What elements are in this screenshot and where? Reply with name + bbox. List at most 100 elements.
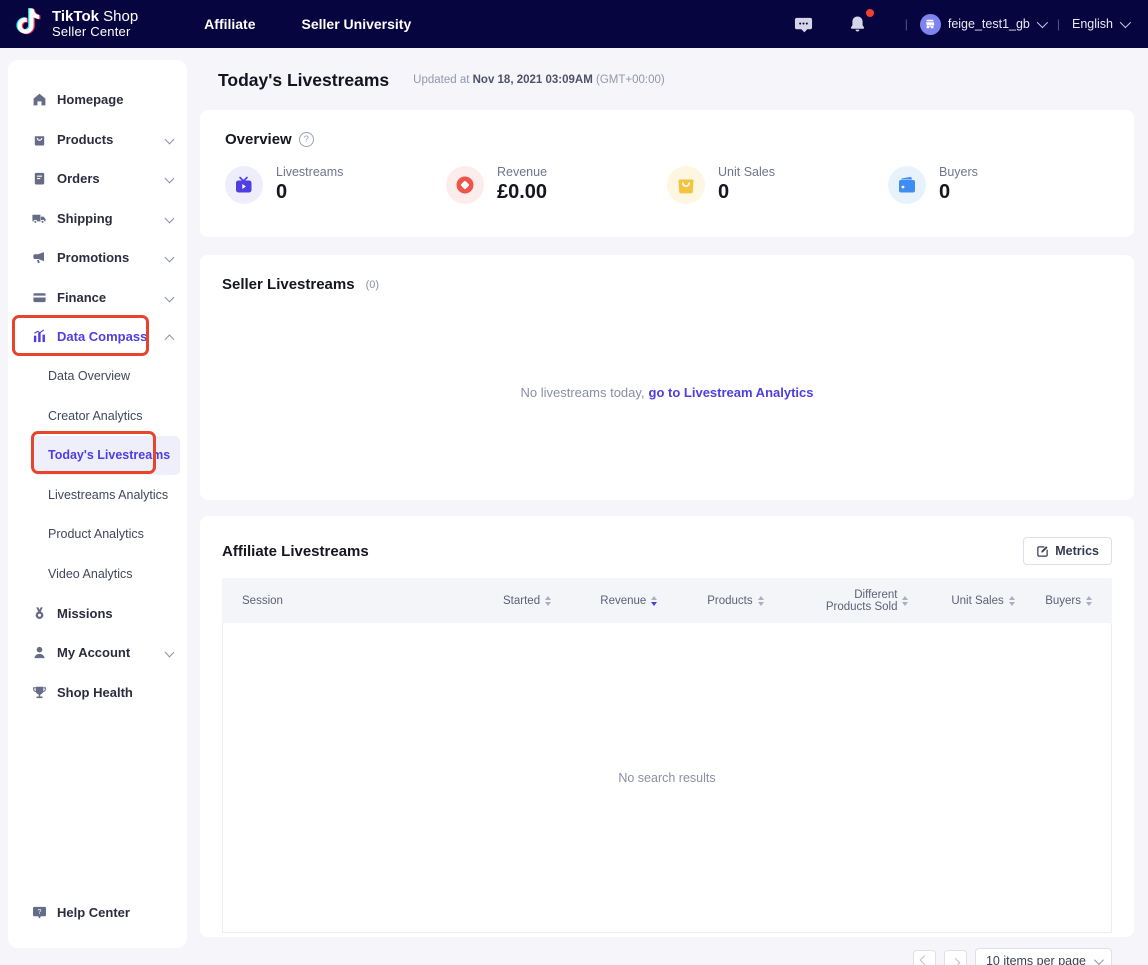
column-header-revenue[interactable]: Revenue (551, 595, 657, 607)
wallet-icon (888, 166, 926, 204)
sidebar-item-my-account[interactable]: My Account (8, 633, 187, 673)
sidebar-item-label: Missions (57, 606, 113, 621)
logo-shop: Shop (99, 8, 138, 25)
chevron-up-icon (165, 335, 175, 345)
megaphone-icon (31, 250, 47, 266)
chevron-down-icon (165, 292, 175, 302)
avatar (920, 14, 941, 35)
chevron-down-icon (1094, 955, 1104, 965)
notifications-bell-icon[interactable] (845, 11, 871, 37)
logo-line2: Seller Center (52, 25, 138, 39)
page-title: Today's Livestreams (218, 70, 389, 91)
sidebar-item-products[interactable]: Products (8, 120, 187, 160)
divider: | (1057, 17, 1060, 31)
messages-icon[interactable] (791, 11, 817, 37)
seller-center-logo[interactable]: TikTok Shop Seller Center (14, 7, 138, 41)
table-empty-body: No search results (222, 623, 1112, 933)
sidebar-item-label: Data Compass (57, 329, 147, 344)
sidebar-item-label: Homepage (57, 92, 123, 107)
user-account-menu[interactable]: feige_test1_gb (920, 14, 1045, 35)
metric-value: £0.00 (497, 181, 547, 204)
sidebar-item-promotions[interactable]: Promotions (8, 238, 187, 278)
language-label: English (1072, 17, 1113, 31)
sidebar-subitem-todays-livestreams[interactable]: Today's Livestreams (33, 436, 180, 476)
sidebar-item-data-compass[interactable]: Data Compass (8, 317, 187, 357)
sidebar-item-orders[interactable]: Orders (8, 159, 187, 199)
metric-value: 0 (718, 181, 775, 204)
sidebar-item-shipping[interactable]: Shipping (8, 199, 187, 239)
sidebar-subitem-label: Today's Livestreams (48, 448, 170, 462)
column-header-unit-sales[interactable]: Unit Sales (908, 595, 1014, 607)
top-nav: Affiliate Seller University (204, 16, 411, 32)
sidebar: Homepage Products Orders Shipping Promot… (8, 60, 187, 948)
home-icon (31, 92, 47, 108)
sidebar-item-finance[interactable]: Finance (8, 278, 187, 318)
sidebar-subitem-label: Video Analytics (48, 567, 133, 581)
chevron-left-icon (919, 955, 929, 965)
sidebar-subitem-label: Creator Analytics (48, 409, 142, 423)
column-header-started[interactable]: Started (464, 595, 551, 607)
metrics-button-label: Metrics (1055, 544, 1099, 558)
trophy-icon (31, 684, 47, 700)
help-question-icon[interactable]: ? (299, 132, 314, 147)
person-icon (31, 645, 47, 661)
truck-icon (31, 210, 47, 226)
sidebar-item-label: Products (57, 132, 113, 147)
sidebar-item-label: Promotions (57, 250, 129, 265)
next-page-button[interactable] (944, 950, 967, 965)
sidebar-subitem-label: Product Analytics (48, 527, 144, 541)
column-header-products[interactable]: Products (657, 595, 763, 607)
go-to-livestream-analytics-link[interactable]: go to Livestream Analytics (649, 385, 814, 400)
no-search-results-text: No search results (618, 771, 715, 785)
chevron-down-icon (1037, 17, 1048, 28)
sidebar-item-label: Orders (57, 171, 100, 186)
overview-card: Overview ? Livestreams 0 Revenue £0.00 (200, 110, 1134, 237)
sidebar-item-help-center[interactable]: ? Help Center (8, 893, 187, 933)
sidebar-subitem-data-overview[interactable]: Data Overview (8, 357, 187, 397)
sidebar-subitem-label: Data Overview (48, 369, 130, 383)
overview-title: Overview (225, 131, 292, 148)
prev-page-button[interactable] (913, 950, 936, 965)
bar-chart-icon (31, 329, 47, 345)
metric-unit-sales: Unit Sales 0 (667, 165, 888, 204)
updated-timestamp: Updated at Nov 18, 2021 03:09AM (GMT+00:… (413, 74, 665, 86)
sidebar-item-missions[interactable]: Missions (8, 594, 187, 634)
orders-icon (31, 171, 47, 187)
column-header-buyers[interactable]: Buyers (1015, 595, 1092, 607)
sidebar-subitem-product-analytics[interactable]: Product Analytics (8, 515, 187, 555)
column-header-different-products-sold[interactable]: Different Products Sold (764, 589, 909, 613)
chevron-down-icon (1120, 17, 1131, 28)
svg-text:?: ? (37, 909, 41, 916)
seller-livestreams-count: (0) (366, 279, 379, 291)
coin-icon (446, 166, 484, 204)
bag-icon (31, 131, 47, 147)
sidebar-item-label: Shipping (57, 211, 113, 226)
updated-date: Nov 18, 2021 03:09AM (473, 74, 593, 86)
metrics-button[interactable]: Metrics (1023, 537, 1112, 565)
affiliate-livestreams-title: Affiliate Livestreams (222, 543, 369, 560)
top-header: TikTok Shop Seller Center Affiliate Sell… (0, 0, 1148, 48)
sidebar-subitem-creator-analytics[interactable]: Creator Analytics (8, 396, 187, 436)
chevron-right-icon (950, 957, 960, 965)
divider: | (905, 17, 908, 31)
sidebar-item-shop-health[interactable]: Shop Health (8, 673, 187, 713)
metric-label: Revenue (497, 165, 547, 179)
nav-affiliate[interactable]: Affiliate (204, 16, 255, 32)
notification-badge (866, 9, 874, 17)
sort-icon[interactable] (1086, 596, 1092, 606)
sidebar-item-homepage[interactable]: Homepage (8, 80, 187, 120)
sidebar-subitem-video-analytics[interactable]: Video Analytics (8, 554, 187, 594)
language-selector[interactable]: English (1072, 17, 1128, 31)
empty-text: No livestreams today, (521, 385, 645, 400)
metric-value: 0 (276, 181, 343, 204)
nav-seller-university[interactable]: Seller University (302, 16, 412, 32)
sidebar-subitem-livestreams-analytics[interactable]: Livestreams Analytics (8, 475, 187, 515)
items-per-page-label: 10 items per page (986, 954, 1086, 965)
livestream-tv-icon (225, 166, 263, 204)
items-per-page-select[interactable]: 10 items per page (975, 948, 1112, 965)
metric-revenue: Revenue £0.00 (446, 165, 667, 204)
metric-label: Buyers (939, 165, 978, 179)
table-header-row: Session Started Revenue Products Differe… (222, 578, 1112, 623)
pagination: 10 items per page (913, 948, 1112, 965)
chevron-down-icon (165, 174, 175, 184)
